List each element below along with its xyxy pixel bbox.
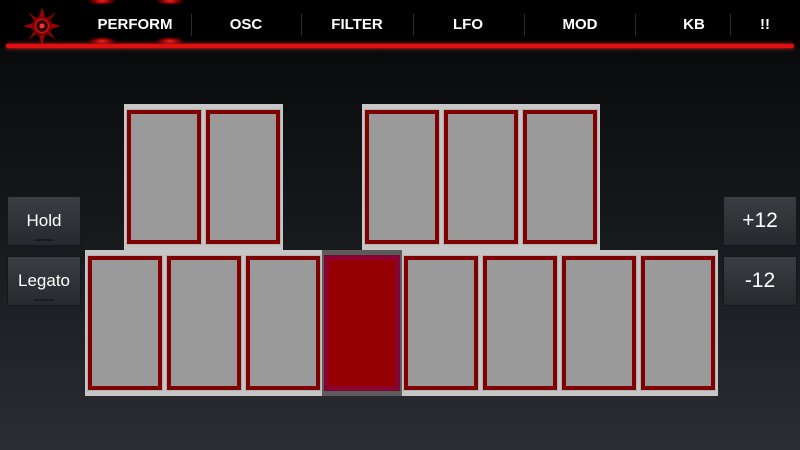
tab-divider	[301, 14, 302, 36]
hold-button[interactable]: Hold	[7, 196, 81, 246]
key-lower-8[interactable]	[640, 255, 716, 391]
octave-up-label: +12	[742, 209, 778, 232]
key-upper-left-2[interactable]	[205, 109, 281, 245]
key-lower-7[interactable]	[561, 255, 637, 391]
red-sun-logo-icon[interactable]	[22, 6, 62, 46]
key-lower-2[interactable]	[166, 255, 242, 391]
legato-button[interactable]: Legato	[7, 256, 81, 306]
key-lower-1[interactable]	[87, 255, 163, 391]
upper-left-key-group	[124, 104, 283, 250]
top-navigation-bar: PERFORM OSC FILTER LFO MOD KB !!	[0, 0, 800, 48]
selected-tab-underline	[6, 44, 794, 48]
tab-lfo[interactable]: LFO	[418, 0, 518, 50]
octave-down-button[interactable]: -12	[723, 256, 797, 306]
legato-button-label: Legato	[18, 271, 70, 290]
upper-right-key-group	[362, 104, 600, 250]
key-upper-left-1[interactable]	[126, 109, 202, 245]
pressed-key-frame	[322, 250, 402, 396]
tab-osc[interactable]: OSC	[196, 0, 296, 50]
key-lower-5[interactable]	[403, 255, 479, 391]
octave-up-button[interactable]: +12	[723, 196, 797, 246]
tab-mod[interactable]: MOD	[530, 0, 630, 50]
tab-divider	[413, 14, 414, 36]
key-upper-right-2[interactable]	[443, 109, 519, 245]
tab-divider	[524, 14, 525, 36]
key-upper-right-3[interactable]	[522, 109, 598, 245]
tab-kb[interactable]: KB	[644, 0, 744, 50]
octave-down-label: -12	[744, 269, 776, 292]
tab-filter[interactable]: FILTER	[307, 0, 407, 50]
key-lower-4-pressed[interactable]	[324, 255, 400, 391]
tab-divider	[191, 14, 192, 36]
key-lower-3[interactable]	[245, 255, 321, 391]
tab-divider	[635, 14, 636, 36]
tab-divider	[730, 14, 731, 36]
tab-alerts[interactable]: !!	[735, 0, 795, 50]
key-lower-6[interactable]	[482, 255, 558, 391]
legato-indicator	[34, 299, 54, 301]
hold-indicator	[34, 239, 54, 241]
key-upper-right-1[interactable]	[364, 109, 440, 245]
hold-button-label: Hold	[26, 211, 62, 230]
